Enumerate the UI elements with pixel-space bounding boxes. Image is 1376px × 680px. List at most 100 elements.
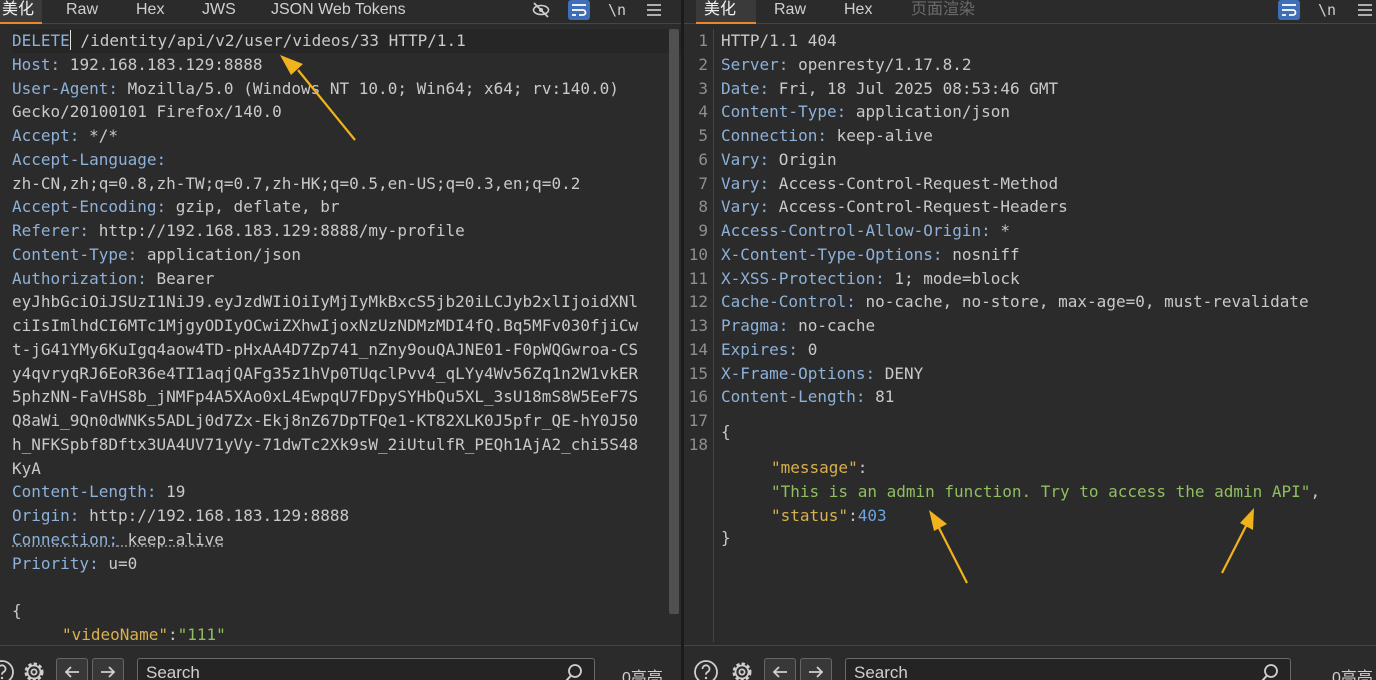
header-value: no-cache bbox=[788, 316, 876, 335]
header-value: http://192.168.183.129:8888/my-profile bbox=[89, 221, 465, 240]
json-open-line: { bbox=[721, 420, 1376, 444]
header-name: Accept-Encoding: bbox=[12, 197, 167, 217]
tab-jws[interactable]: JWS bbox=[202, 0, 236, 24]
header-value: Mozilla/5.0 (Windows NT 10.0; Win64; x64… bbox=[117, 78, 619, 98]
request-header-line: ciIsImlhdCI6MTc1MjgyODIyOCwiZXhwIjoxNzUz… bbox=[12, 314, 681, 338]
json-colon: : bbox=[167, 624, 178, 642]
line-number: 3 bbox=[698, 78, 708, 98]
tab-pretty[interactable]: 美化 bbox=[696, 0, 756, 24]
menu-icon[interactable] bbox=[643, 0, 665, 20]
help-icon[interactable] bbox=[0, 658, 18, 680]
header-name: Referer: bbox=[12, 221, 90, 240]
header-name: Content-Type: bbox=[721, 102, 847, 122]
help-icon[interactable] bbox=[690, 658, 722, 680]
response-header-line: Content-Type: application/json bbox=[721, 100, 1376, 124]
newline-icon[interactable]: \n bbox=[1316, 0, 1338, 20]
line-number: 6 bbox=[698, 149, 708, 169]
request-header-line: { bbox=[12, 599, 681, 623]
request-header-line: t-jG41YMy6KuIgq4aow4TD-pHxAA4D7Zp741_nZn… bbox=[12, 338, 681, 362]
wrap-lines-icon[interactable] bbox=[568, 0, 590, 20]
previous-button[interactable] bbox=[56, 658, 88, 680]
line-number: 12 bbox=[688, 292, 708, 312]
hide-icon[interactable] bbox=[530, 0, 552, 20]
header-name: X-Frame-Options: bbox=[721, 363, 876, 383]
newline-icon[interactable]: \n bbox=[606, 0, 628, 20]
continuation-text: zh-CN,zh;q=0.8,zh-TW;q=0.7,zh-HK;q=0.5,e… bbox=[12, 173, 581, 193]
tab-raw[interactable]: Raw bbox=[774, 0, 806, 24]
header-value: keep-alive bbox=[826, 126, 933, 145]
request-body-line: "videoName":"111" bbox=[62, 623, 681, 642]
newline-label: \n bbox=[1317, 1, 1337, 19]
search-placeholder: Search bbox=[146, 663, 200, 680]
menu-icon[interactable] bbox=[1354, 0, 1376, 20]
header-value: 0 bbox=[798, 339, 818, 359]
request-line: DELETE /identity/api/v2/user/videos/33 H… bbox=[12, 29, 681, 53]
request-header-line: h_NFKSpbf8Dftx3UA4UV71yVy-71dwTc2Xk9sW_2… bbox=[12, 433, 681, 457]
header-value: 81 bbox=[865, 387, 895, 407]
tab-hex[interactable]: Hex bbox=[136, 0, 164, 24]
next-button[interactable] bbox=[800, 658, 832, 680]
request-header-line: Host: 192.168.183.129:8888 bbox=[12, 53, 681, 77]
response-header-line: Vary: Origin bbox=[721, 148, 1376, 172]
json-status-key: "status" bbox=[771, 506, 849, 525]
wrap-lines-icon[interactable] bbox=[1278, 0, 1300, 20]
previous-button[interactable] bbox=[764, 658, 796, 680]
line-number: 1 bbox=[698, 31, 708, 50]
json-value: "111" bbox=[177, 624, 226, 642]
header-value: DENY bbox=[875, 363, 924, 383]
response-search-input[interactable]: Search bbox=[845, 658, 1291, 680]
continuation-text: h_NFKSpbf8Dftx3UA4UV71yVy-71dwTc2Xk9sW_2… bbox=[12, 434, 639, 454]
header-value: Bearer bbox=[146, 268, 215, 288]
request-header-line: Connection: keep-alive bbox=[12, 528, 681, 552]
request-footer: Search 0高亮 bbox=[0, 645, 681, 680]
header-name: Vary: bbox=[721, 197, 770, 217]
line-number: 13 bbox=[688, 316, 708, 335]
request-scrollbar[interactable] bbox=[669, 29, 679, 614]
line-number: 18 bbox=[688, 434, 708, 454]
continuation-text: eyJhbGciOiJSUzI1NiJ9.eyJzdWIiOiIyMjIyMkB… bbox=[12, 292, 639, 312]
response-header-line: X-XSS-Protection: 1; mode=block bbox=[721, 267, 1376, 291]
request-header-line: Origin: http://192.168.183.129:8888 bbox=[12, 504, 681, 528]
response-editor[interactable]: HTTP/1.1 404 { "message": "This is an ad… bbox=[684, 29, 1376, 642]
line-number: 14 bbox=[688, 339, 708, 359]
request-search-input[interactable]: Search bbox=[137, 658, 595, 680]
request-header-line: Gecko/20100101 Firefox/140.0 bbox=[12, 100, 681, 124]
header-value: 1; mode=block bbox=[884, 268, 1020, 288]
line-number: 15 bbox=[688, 363, 708, 383]
header-value: Access-Control-Request-Headers bbox=[769, 197, 1068, 217]
header-name: Access-Control-Allow-Origin: bbox=[721, 221, 991, 240]
tab-raw[interactable]: Raw bbox=[66, 0, 98, 24]
highlight-count: 0高亮 bbox=[622, 670, 663, 680]
request-target: /identity/api/v2/user/videos/33 HTTP/1.1 bbox=[70, 31, 466, 50]
request-header-line: zh-CN,zh;q=0.8,zh-TW;q=0.7,zh-HK;q=0.5,e… bbox=[12, 172, 681, 196]
request-header-line: Content-Length: 19 bbox=[12, 480, 681, 504]
request-header-line: 5phzNN-FaVHS8b_jNMFp4A5XAo0xL4EwpqU7FDpy… bbox=[12, 385, 681, 409]
continuation-text: ciIsImlhdCI6MTc1MjgyODIyOCwiZXhwIjoxNzUz… bbox=[12, 316, 639, 335]
header-name: Connection: bbox=[721, 126, 827, 145]
header-value: 192.168.183.129:8888 bbox=[60, 54, 263, 74]
tab-pretty[interactable]: 美化 bbox=[0, 0, 42, 24]
settings-icon[interactable] bbox=[726, 658, 758, 680]
response-header-line: Server: openresty/1.17.8.2 bbox=[721, 53, 1376, 77]
header-name: Date: bbox=[721, 78, 770, 98]
header-name: Accept-Language: bbox=[12, 149, 167, 169]
request-header-line: User-Agent: Mozilla/5.0 (Windows NT 10.0… bbox=[12, 77, 681, 101]
json-open-brace: { bbox=[721, 422, 731, 441]
header-name: Pragma: bbox=[721, 316, 789, 335]
continuation-text: KyA bbox=[12, 458, 41, 478]
request-editor[interactable]: DELETE /identity/api/v2/user/videos/33 H… bbox=[0, 29, 681, 642]
highlight-count: 0高亮 bbox=[1332, 670, 1373, 680]
next-button[interactable] bbox=[92, 658, 124, 680]
header-name: Vary: bbox=[721, 173, 770, 193]
response-header-line: Cache-Control: no-cache, no-store, max-a… bbox=[721, 290, 1376, 314]
search-icon bbox=[1261, 664, 1278, 680]
json-message-value-line: "This is an admin function. Try to acces… bbox=[771, 480, 1376, 504]
line-number: 9 bbox=[698, 221, 708, 240]
tab-hex[interactable]: Hex bbox=[844, 0, 872, 24]
continuation-text: t-jG41YMy6KuIgq4aow4TD-pHxAA4D7Zp741_nZn… bbox=[12, 339, 639, 359]
continuation-text: 5phzNN-FaVHS8b_jNMFp4A5XAo0xL4EwpqU7FDpy… bbox=[12, 387, 639, 407]
settings-icon[interactable] bbox=[18, 658, 50, 680]
tab-json-web-tokens[interactable]: JSON Web Tokens bbox=[271, 0, 406, 24]
request-header-line: Referer: http://192.168.183.129:8888/my-… bbox=[12, 219, 681, 243]
line-number: 5 bbox=[698, 126, 708, 145]
